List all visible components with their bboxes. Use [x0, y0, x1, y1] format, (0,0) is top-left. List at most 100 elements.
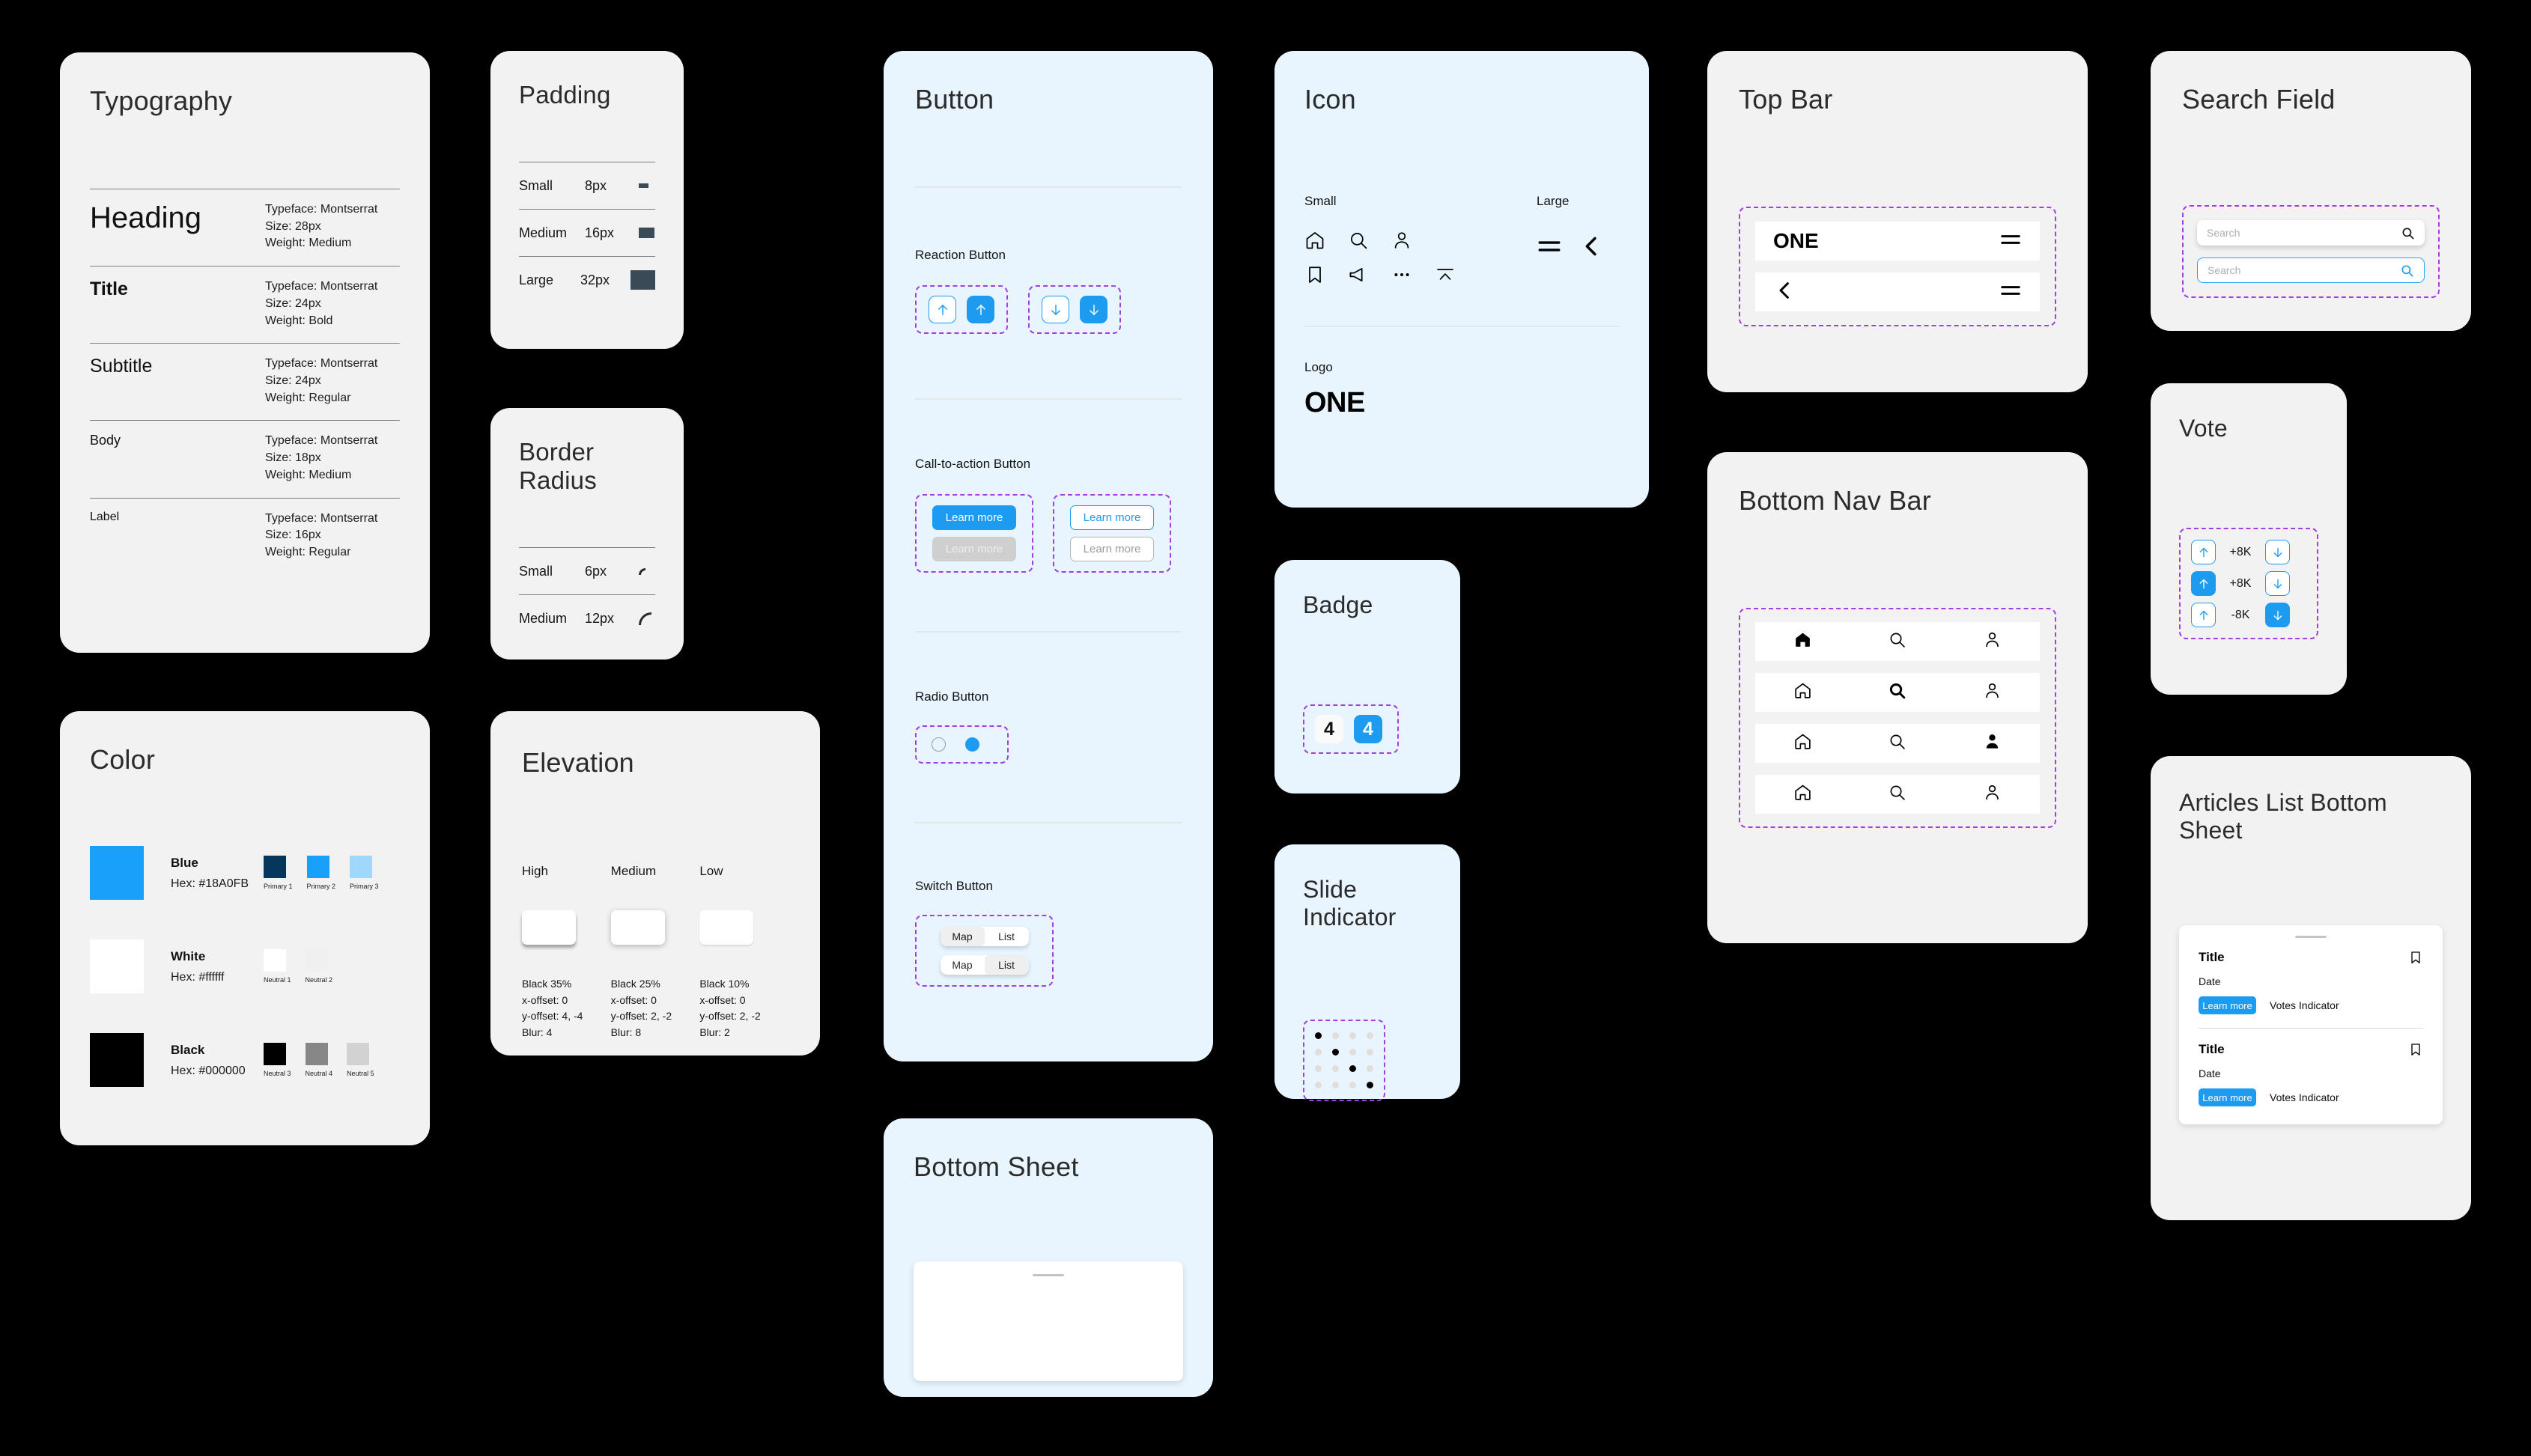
slide-dot[interactable]	[1349, 1082, 1356, 1088]
slide-dot[interactable]	[1367, 1032, 1373, 1039]
slide-dot[interactable]	[1332, 1065, 1339, 1072]
arrow-up	[2197, 609, 2211, 622]
icon-cell[interactable]	[1391, 264, 1435, 285]
home-filled-icon	[1793, 630, 1812, 649]
sheet-grabber[interactable]	[1033, 1274, 1064, 1276]
typography-sample: Heading	[90, 201, 202, 234]
elevation-opacity: Black 25%	[610, 978, 660, 990]
nav-item-person[interactable]	[1983, 630, 2002, 653]
slide-dot[interactable]	[1349, 1049, 1356, 1056]
elevation-y-offset: y-offset: 2, -2	[699, 1010, 761, 1023]
slide-dot[interactable]	[1367, 1065, 1373, 1072]
slide-dot[interactable]	[1349, 1032, 1356, 1039]
slide-dot-active[interactable]	[1315, 1032, 1322, 1039]
cta-button-disabled[interactable]: Learn more	[932, 537, 1016, 561]
sheet-grabber[interactable]	[2295, 936, 2327, 938]
search-field-focus[interactable]: Search	[2197, 258, 2425, 283]
icon-cell[interactable]	[1304, 264, 1348, 285]
icon-cell[interactable]	[1348, 264, 1391, 285]
nav-item-search[interactable]	[1888, 783, 1906, 805]
nav-item-home[interactable]	[1793, 681, 1812, 704]
typography-meta: Typeface: Montserrat Size: 28px Weight: …	[265, 201, 400, 252]
nav-item-person-active[interactable]	[1983, 732, 2002, 755]
cta-button-secondary[interactable]: Learn more	[1070, 505, 1154, 530]
nav-item-search-active[interactable]	[1888, 681, 1906, 704]
nav-item-person[interactable]	[1983, 681, 2002, 704]
slide-dot[interactable]	[1332, 1082, 1339, 1088]
bookmark-icon[interactable]	[2408, 1042, 2423, 1061]
elevation-spec: Black 35% x-offset: 0 y-offset: 4, -4 Bl…	[522, 976, 611, 1041]
downvote-button-filled[interactable]	[2265, 603, 2290, 627]
top-bar-menu-button[interactable]	[1999, 228, 2022, 255]
switch-button[interactable]: Map List	[940, 927, 1029, 946]
nav-item-home[interactable]	[1793, 732, 1812, 755]
bottom-sheet-preview[interactable]	[914, 1261, 1183, 1381]
upvote-button-filled[interactable]	[2191, 571, 2216, 596]
nav-item-person[interactable]	[1983, 783, 2002, 805]
reaction-button-arrow-down-filled[interactable]	[1080, 296, 1107, 323]
slide-dot[interactable]	[1315, 1082, 1322, 1088]
article-learn-more-button[interactable]: Learn more	[2199, 1088, 2256, 1106]
article-date: Date	[2199, 975, 2221, 987]
typography-card: Typography Heading Typeface: Montserrat …	[60, 52, 430, 653]
bookmark-icon[interactable]	[2408, 950, 2423, 969]
icon-cell[interactable]	[1348, 230, 1391, 251]
vote-group: +8K +8K -8K	[2179, 528, 2318, 639]
icon-cell-large[interactable]	[1537, 234, 1562, 263]
search-field-default[interactable]: Search	[2197, 220, 2425, 246]
switch-segment-list[interactable]: List	[985, 927, 1029, 946]
icon-cell[interactable]	[1304, 230, 1348, 251]
typography-meta: Typeface: Montserrat Size: 18px Weight: …	[265, 433, 400, 484]
switch-button-group: Map List Map List	[915, 915, 1054, 987]
reaction-button-arrow-down-outline[interactable]	[1042, 296, 1069, 323]
nav-item-home-active[interactable]	[1793, 630, 1812, 653]
radio-button-on[interactable]	[965, 737, 979, 752]
nav-item-home[interactable]	[1793, 783, 1812, 805]
upvote-button-outline[interactable]	[2191, 603, 2216, 627]
cta-button-primary[interactable]: Learn more	[932, 505, 1016, 530]
nav-item-search[interactable]	[1888, 732, 1906, 755]
bottom-sheet-card-title: Bottom Sheet	[914, 1151, 1079, 1182]
top-bar-left[interactable]	[1773, 279, 1796, 305]
cta-button-sec-dis[interactable]: Learn more	[1070, 537, 1154, 561]
icon-cell[interactable]	[1391, 230, 1435, 251]
arrow-up	[2197, 546, 2211, 559]
elevation-spec: Black 25% x-offset: 0 y-offset: 2, -2 Bl…	[611, 976, 700, 1041]
elevation-blur: Blur: 4	[522, 1026, 553, 1039]
switch-button[interactable]: Map List	[940, 955, 1029, 975]
slide-dot-active[interactable]	[1332, 1049, 1339, 1056]
upvote-button-outline[interactable]	[2191, 540, 2216, 564]
top-bar-left[interactable]: ONE	[1773, 229, 1819, 253]
slide-indicator-row	[1315, 1082, 1373, 1088]
icon-cell-large[interactable]	[1579, 234, 1604, 263]
radio-button-off[interactable]	[932, 737, 946, 752]
search-icon	[1888, 681, 1906, 700]
nav-item-search[interactable]	[1888, 630, 1906, 653]
hamburger-menu-icon	[1537, 234, 1562, 259]
slide-dot-active[interactable]	[1367, 1082, 1373, 1088]
slide-dot[interactable]	[1367, 1049, 1373, 1056]
slide-dot[interactable]	[1332, 1032, 1339, 1039]
arrow-down	[2271, 609, 2285, 622]
downvote-button-outline[interactable]	[2265, 571, 2290, 596]
switch-button-label: Switch Button	[915, 879, 993, 893]
radius-name: Medium	[519, 610, 568, 626]
button-card-title: Button	[915, 84, 994, 115]
switch-segment-map[interactable]: Map	[941, 955, 985, 975]
downvote-button-outline[interactable]	[2265, 540, 2290, 564]
article-learn-more-button[interactable]: Learn more	[2199, 996, 2256, 1014]
reaction-button-group	[915, 285, 1008, 334]
slide-dot[interactable]	[1315, 1049, 1322, 1056]
switch-segment-map[interactable]: Map	[940, 927, 985, 946]
hamburger-menu-icon	[1999, 228, 2022, 251]
slide-dot[interactable]	[1315, 1065, 1322, 1072]
reaction-button-arrow-up-filled[interactable]	[967, 296, 994, 323]
top-bar-menu-button[interactable]	[1999, 279, 2022, 305]
switch-segment-list[interactable]: List	[984, 955, 1029, 975]
search-icon	[1888, 630, 1906, 649]
arrow-up	[2197, 577, 2211, 591]
reaction-button-arrow-up-outline[interactable]	[929, 296, 956, 323]
icon-cell[interactable]	[1435, 264, 1478, 285]
radius-swatch	[639, 612, 651, 625]
slide-dot-active[interactable]	[1349, 1065, 1356, 1072]
